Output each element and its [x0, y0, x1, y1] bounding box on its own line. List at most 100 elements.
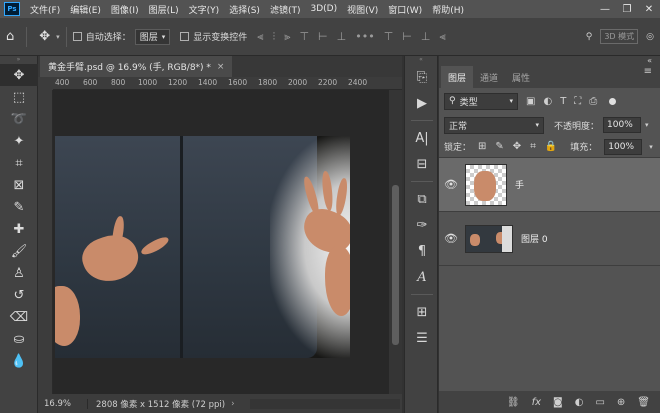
orbit-3d-icon[interactable]: ◎ [646, 32, 654, 42]
restore-button[interactable]: ❐ [616, 4, 638, 15]
blend-mode-dropdown[interactable]: 正常 ▾ [444, 116, 544, 134]
distribute-middle-icon[interactable]: ⊢ [402, 30, 412, 44]
close-tab-icon[interactable]: × [217, 62, 225, 72]
brush-settings-panel-icon[interactable]: ✑ [405, 212, 439, 238]
document-tab[interactable]: 黄金手臂.psd @ 16.9% (手, RGB/8*) * × [40, 56, 233, 77]
crop-tool-icon[interactable]: ⌗ [0, 152, 38, 174]
auto-select-checkbox[interactable] [72, 32, 82, 41]
align-left-icon[interactable]: ⫷ [257, 30, 263, 44]
add-mask-icon[interactable]: ◙ [553, 397, 563, 408]
blur-tool-icon[interactable]: 💧 [0, 350, 38, 372]
visibility-eye-icon[interactable]: 👁 [439, 178, 463, 191]
collapse-icon[interactable]: « [647, 56, 652, 65]
menu-3d[interactable]: 3D(D) [305, 4, 342, 14]
lock-position-icon[interactable]: ✥ [513, 141, 521, 152]
distribute-top-icon[interactable]: ⊤ [384, 30, 394, 44]
menu-image[interactable]: 图像(I) [106, 3, 144, 16]
horizontal-scrollbar[interactable] [250, 398, 400, 409]
menu-window[interactable]: 窗口(W) [383, 3, 427, 16]
close-window-button[interactable]: ✕ [638, 4, 660, 15]
chevron-down-icon[interactable]: ▾ [645, 121, 649, 129]
history-panel-icon[interactable]: ⎘ [405, 64, 439, 90]
adjustment-layer-icon[interactable]: ◐ [575, 397, 584, 408]
clone-source-panel-icon[interactable]: ⧉ [405, 186, 439, 212]
minimize-button[interactable]: — [594, 4, 616, 15]
lock-transparency-icon[interactable]: ⊞ [478, 141, 486, 152]
filter-toggle-icon[interactable] [609, 97, 617, 105]
panel-menu-icon[interactable]: ≡ [644, 66, 652, 77]
healing-brush-tool-icon[interactable]: ✚ [0, 218, 38, 240]
lock-pixels-icon[interactable]: ✎ [495, 141, 503, 152]
paragraph-panel-icon[interactable]: ¶ [405, 238, 439, 264]
menu-select[interactable]: 选择(S) [224, 3, 265, 16]
collapse-icon[interactable]: » [0, 56, 37, 64]
show-transform-checkbox[interactable] [180, 32, 190, 41]
shape-filter-icon[interactable]: ⛶ [574, 96, 581, 107]
delete-layer-icon[interactable]: 🗑 [637, 397, 650, 408]
chevron-down-icon[interactable]: ▾ [649, 143, 653, 151]
visibility-eye-icon[interactable]: 👁 [439, 232, 463, 245]
marquee-tool-icon[interactable]: ⬚ [0, 86, 38, 108]
new-layer-icon[interactable]: ⊕ [617, 397, 625, 408]
layer-filter-dropdown[interactable]: ⚲ 类型 ▾ [444, 92, 518, 110]
frame-tool-icon[interactable]: ⊠ [0, 174, 38, 196]
vertical-scrollbar[interactable] [389, 90, 402, 394]
align-top-icon[interactable]: ⊤ [299, 30, 309, 44]
fx-icon[interactable]: fx [532, 397, 541, 408]
status-menu-icon[interactable]: › [231, 399, 234, 409]
eraser-tool-icon[interactable]: ⌫ [0, 306, 38, 328]
home-icon[interactable]: ⌂ [0, 29, 20, 44]
layer-name[interactable]: 图层 0 [521, 232, 548, 245]
scrollbar-thumb[interactable] [392, 185, 399, 345]
align-center-icon[interactable]: ⫶ [272, 30, 275, 44]
adjustments-panel-icon[interactable]: ⊟ [405, 151, 439, 177]
layer-name[interactable]: 手 [515, 178, 524, 191]
libraries-panel-icon[interactable]: ⊞ [405, 299, 439, 325]
paint-bucket-tool-icon[interactable]: ⛀ [0, 328, 38, 350]
lock-all-icon[interactable]: 🔒 [545, 141, 557, 152]
menu-layer[interactable]: 图层(L) [144, 3, 184, 16]
brush-tool-icon[interactable]: 🖌 [0, 240, 38, 262]
align-right-icon[interactable]: ⫸ [284, 30, 290, 44]
opacity-input[interactable]: 100% [603, 117, 642, 133]
menu-file[interactable]: 文件(F) [25, 3, 65, 16]
tab-properties[interactable]: 属性 [505, 66, 537, 88]
move-tool-icon[interactable]: ✥ [33, 29, 56, 44]
layer-row-layer0[interactable]: 👁 图层 0 [439, 212, 660, 266]
menu-edit[interactable]: 编辑(E) [65, 3, 106, 16]
distribute-bottom-icon[interactable]: ⊥ [421, 30, 431, 44]
type-filter-icon[interactable]: T [560, 96, 566, 107]
more-options-icon[interactable]: ••• [355, 30, 374, 44]
notes-panel-icon[interactable]: ☰ [405, 325, 439, 351]
move-tool-icon[interactable]: ✥ [0, 64, 38, 86]
adjustment-filter-icon[interactable]: ◐ [543, 96, 552, 107]
zoom-level[interactable]: 16.9% [38, 398, 88, 409]
magic-wand-tool-icon[interactable]: ✦ [0, 130, 38, 152]
actions-panel-icon[interactable]: ▶ [405, 90, 439, 116]
collapse-icon[interactable]: « [405, 56, 437, 64]
tab-layers[interactable]: 图层 [441, 66, 474, 88]
pixel-filter-icon[interactable]: ▣ [526, 96, 535, 107]
lock-artboard-icon[interactable]: ⌗ [530, 141, 536, 152]
layer-row-hand[interactable]: 👁 手 [439, 158, 660, 212]
fill-input[interactable]: 100% [604, 138, 643, 155]
auto-select-dropdown[interactable]: 图层 ▾ [134, 28, 171, 45]
new-group-icon[interactable]: ▭ [595, 397, 604, 408]
menu-type[interactable]: 文字(Y) [184, 3, 225, 16]
align-middle-icon[interactable]: ⊢ [318, 30, 328, 44]
canvas-area[interactable] [53, 90, 389, 394]
character-panel-icon[interactable]: A| [405, 125, 439, 151]
glyphs-panel-icon[interactable]: A [405, 264, 439, 290]
search-icon[interactable]: ⚲ [586, 32, 593, 42]
tab-channels[interactable]: 通道 [473, 66, 505, 88]
eyedropper-tool-icon[interactable]: ✎ [0, 196, 38, 218]
menu-filter[interactable]: 滤镜(T) [265, 3, 306, 16]
align-bottom-icon[interactable]: ⊥ [337, 30, 347, 44]
distribute-left-icon[interactable]: ⫷ [439, 30, 445, 44]
lasso-tool-icon[interactable]: ➰ [0, 108, 38, 130]
clone-stamp-tool-icon[interactable]: ♙ [0, 262, 38, 284]
menu-help[interactable]: 帮助(H) [427, 3, 469, 16]
document-image[interactable] [55, 136, 350, 358]
smart-object-filter-icon[interactable]: ⎙ [589, 96, 597, 107]
menu-view[interactable]: 视图(V) [342, 3, 383, 16]
